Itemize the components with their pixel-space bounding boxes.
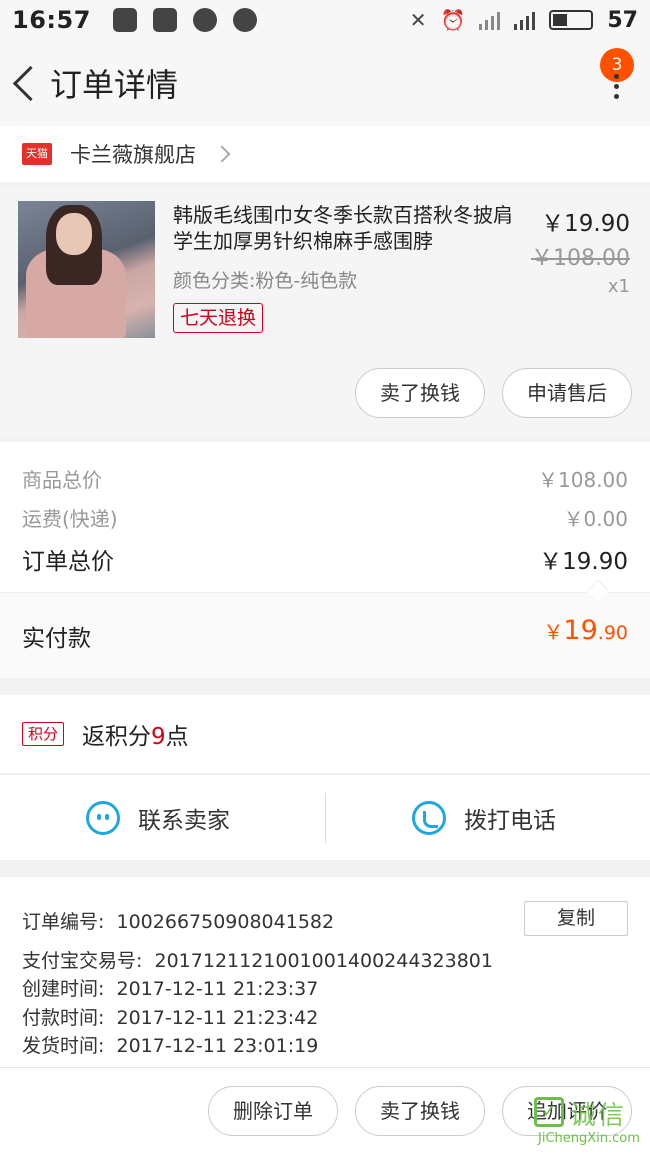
product-original-price: ￥108.00 [531, 246, 630, 271]
alipay-number: 2017121121001001400244323801 [154, 950, 493, 972]
notification-icons [112, 8, 257, 32]
return-policy-badge: 七天退换 [173, 303, 264, 333]
shipped-time-line: 发货时间: 2017-12-11 23:01:19 [22, 1031, 318, 1058]
order-number-label: 订单编号: [22, 911, 105, 933]
alipay-label: 支付宝交易号: [22, 950, 143, 972]
shop-name: 卡兰薇旗舰店 [70, 143, 196, 167]
status-right: ✕ ⏰ 57 [410, 8, 638, 33]
shop-row[interactable]: 天猫 卡兰薇旗舰店 [0, 126, 650, 182]
paid-time-line: 付款时间: 2017-12-11 21:23:42 [22, 1003, 318, 1030]
qq-icon [112, 8, 137, 32]
paid-currency: ￥ [543, 620, 564, 644]
paid-time: 2017-12-11 21:23:42 [116, 1007, 319, 1029]
watermark-en: JiChengXin.com [538, 1131, 640, 1146]
paid-amount: ￥19.90 [543, 615, 628, 646]
delete-order-button[interactable]: 删除订单 [208, 1086, 338, 1136]
paid-decimal: .90 [597, 622, 628, 644]
shipping-value: ￥0.00 [563, 507, 628, 531]
watermark-logo-icon: ✓ [534, 1097, 564, 1127]
watermark: ✓ 诚信 JiChengXin.com [530, 1095, 648, 1151]
product-card: 韩版毛线围巾女冬季长款百搭秋冬披肩学生加厚男针织棉麻手感围脖 颜色分类:粉色-纯… [0, 188, 650, 436]
more-menu-icon[interactable] [614, 74, 620, 102]
points-count: 9 [151, 724, 166, 750]
after-sale-button[interactable]: 申请售后 [502, 368, 632, 418]
points-row: 积分 返积分9点 [0, 695, 650, 773]
chat-smile-icon [86, 801, 120, 835]
product-sku: 颜色分类:粉色-纯色款 [173, 270, 358, 292]
product-image[interactable] [18, 201, 155, 338]
goods-total-value: ￥108.00 [538, 468, 628, 492]
call-phone-button[interactable]: 拨打电话 [412, 775, 556, 861]
watermark-cn: 诚信 [570, 1101, 627, 1131]
created-time: 2017-12-11 21:23:37 [116, 978, 319, 1000]
alipay-number-line: 支付宝交易号: 2017121121001001400244323801 [22, 946, 493, 973]
shipped-time: 2017-12-11 23:01:19 [116, 1035, 319, 1057]
shipped-label: 发货时间: [22, 1035, 105, 1057]
paid-row: 实付款 ￥19.90 [0, 593, 650, 678]
goods-total-label: 商品总价 [22, 468, 102, 492]
points-badge: 积分 [22, 722, 64, 746]
call-phone-label: 拨打电话 [464, 808, 556, 834]
paid-time-label: 付款时间: [22, 1007, 105, 1029]
order-number: 100266750908041582 [116, 911, 335, 933]
battery-level: 57 [607, 7, 638, 33]
status-bar: 16:57 ✕ ⏰ 57 [0, 0, 650, 40]
sell-for-cash-button[interactable]: 卖了换钱 [355, 368, 485, 418]
phone-icon [412, 801, 446, 835]
product-title[interactable]: 韩版毛线围巾女冬季长款百搭秋冬披肩学生加厚男针织棉麻手感围脖 [173, 202, 525, 254]
order-total-row: 订单总价 ￥19.90 [22, 542, 628, 576]
created-label: 创建时间: [22, 978, 105, 1000]
contact-seller-button[interactable]: 联系卖家 [86, 775, 230, 861]
order-number-line: 订单编号: 100266750908041582 [22, 907, 334, 934]
nav-header: 订单详情 3 [0, 40, 650, 126]
mute-icon: ✕ [409, 8, 427, 32]
tmall-logo-icon: 天猫 [22, 143, 52, 165]
contact-bar: 联系卖家 拨打电话 [0, 774, 650, 860]
product-price: ￥19.90 [541, 211, 630, 237]
goods-total-row: 商品总价 ￥108.00 [22, 464, 628, 493]
paid-integer: 19 [563, 615, 598, 646]
signal-icon [479, 10, 501, 30]
browser-icon [232, 8, 257, 32]
battery-icon [549, 10, 594, 30]
status-time: 16:57 [12, 6, 91, 34]
image-notification-icon [152, 8, 177, 32]
contact-divider [325, 793, 326, 843]
product-quantity: x1 [607, 276, 630, 297]
paid-label: 实付款 [22, 626, 91, 652]
points-prefix: 返积分 [82, 724, 151, 750]
message-icon [192, 8, 217, 32]
points-text: 返积分9点 [82, 717, 189, 751]
order-info: 订单编号: 100266750908041582 复制 支付宝交易号: 2017… [0, 877, 650, 1067]
chevron-right-icon [213, 145, 231, 163]
order-total-label: 订单总价 [22, 549, 114, 575]
price-summary: 商品总价 ￥108.00 运费(快递) ￥0.00 订单总价 ￥19.90 实付… [0, 442, 650, 678]
order-total-value: ￥19.90 [539, 549, 628, 575]
alarm-icon: ⏰ [440, 8, 466, 32]
sell-for-cash-bottom-button[interactable]: 卖了换钱 [355, 1086, 485, 1136]
created-time-line: 创建时间: 2017-12-11 21:23:37 [22, 974, 318, 1001]
points-suffix: 点 [165, 724, 189, 750]
page-title: 订单详情 [50, 66, 179, 104]
contact-seller-label: 联系卖家 [138, 808, 230, 834]
signal-4g-icon [514, 10, 536, 30]
shipping-label: 运费(快递) [22, 507, 118, 531]
back-arrow-icon[interactable] [6, 53, 46, 113]
bottom-action-bar: 删除订单 卖了换钱 追加评价 ✓ 诚信 JiChengXin.com [0, 1067, 650, 1155]
copy-button[interactable]: 复制 [524, 901, 628, 936]
shipping-row: 运费(快递) ￥0.00 [22, 503, 628, 532]
